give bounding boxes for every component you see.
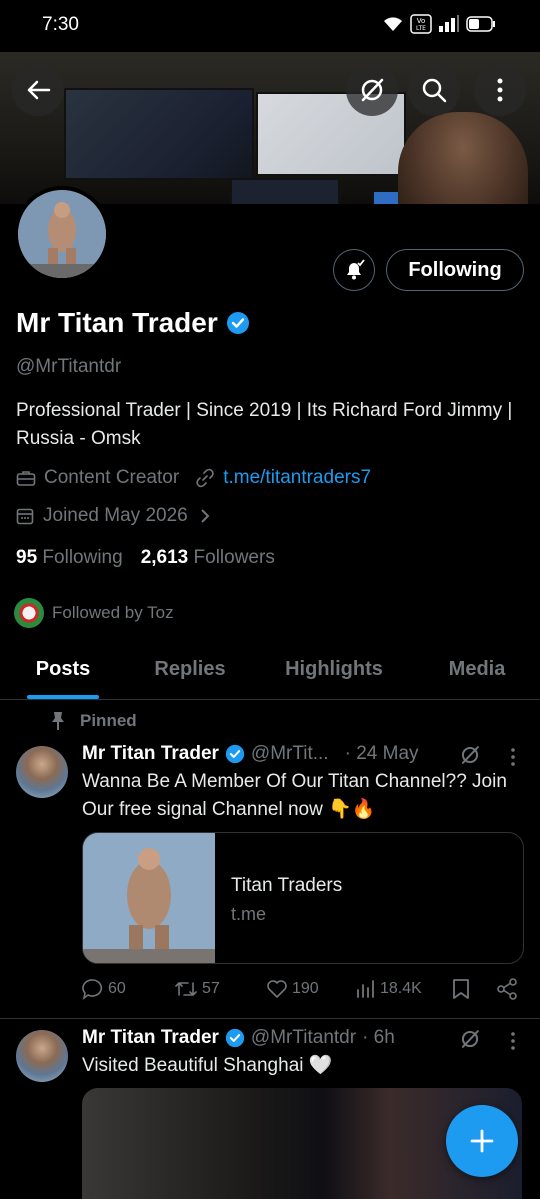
grok-icon bbox=[361, 78, 384, 102]
repost-button[interactable]: 57 bbox=[174, 979, 266, 999]
like-button[interactable]: 190 bbox=[266, 979, 356, 999]
grok-icon[interactable] bbox=[459, 744, 481, 766]
calendar-icon bbox=[16, 508, 34, 525]
back-button[interactable] bbox=[12, 64, 64, 116]
card-title: Titan Traders bbox=[231, 875, 343, 896]
briefcase-icon bbox=[16, 471, 36, 486]
following-label: Following bbox=[42, 547, 123, 568]
verified-badge-icon bbox=[225, 744, 245, 764]
reply-button[interactable]: 60 bbox=[82, 978, 174, 1000]
bookmark-icon[interactable] bbox=[452, 978, 470, 1000]
profile-banner bbox=[0, 52, 540, 204]
tab-media[interactable]: Media bbox=[414, 646, 540, 699]
search-button[interactable] bbox=[408, 64, 460, 116]
post-author-handle: @MrTitantdr bbox=[250, 1027, 357, 1048]
link-preview-card[interactable]: Titan Traders t.me bbox=[82, 832, 524, 964]
post-header: Mr Titan Trader @MrTitantdr · 6h bbox=[82, 1027, 395, 1049]
notifications-bell-button[interactable] bbox=[333, 249, 375, 291]
post-timestamp: · 24 May bbox=[344, 743, 419, 764]
views-chart-icon bbox=[357, 980, 374, 998]
following-button[interactable]: Following bbox=[386, 249, 524, 291]
like-count: 190 bbox=[292, 980, 319, 997]
follow-counts: 95 Following 2,613 Followers bbox=[16, 547, 275, 569]
heart-icon bbox=[267, 980, 287, 998]
grok-button[interactable] bbox=[346, 64, 398, 116]
svg-text:LTE: LTE bbox=[416, 25, 426, 32]
volte-icon: VoLTE bbox=[410, 14, 432, 34]
pin-icon bbox=[52, 712, 64, 730]
profile-name-row: Mr Titan Trader bbox=[16, 307, 250, 339]
post-text: Wanna Be A Member Of Our Titan Channel??… bbox=[82, 771, 507, 820]
profile-joined-row[interactable]: Joined May 2026 bbox=[16, 505, 210, 527]
post-avatar[interactable] bbox=[16, 1030, 68, 1082]
status-time: 7:30 bbox=[42, 14, 79, 35]
arrow-left-icon bbox=[27, 80, 51, 100]
profile-category: Content Creator bbox=[44, 467, 180, 488]
follower-avatar bbox=[14, 598, 44, 628]
signal-icon bbox=[439, 15, 459, 32]
verified-badge-icon[interactable] bbox=[226, 311, 250, 335]
banner-laptop bbox=[230, 178, 340, 204]
post-more-icon[interactable] bbox=[510, 748, 516, 766]
following-count-link[interactable]: 95 Following bbox=[16, 547, 123, 569]
banner-monitor-left bbox=[64, 88, 254, 180]
post-text: Visited Beautiful Shanghai 🤍 bbox=[82, 1055, 333, 1076]
pinned-label: Pinned bbox=[80, 711, 137, 730]
chevron-right-icon bbox=[201, 509, 210, 523]
post-header: Mr Titan Trader @MrTit... · 24 May bbox=[82, 743, 419, 765]
views-count: 18.4K bbox=[380, 980, 422, 997]
tab-replies[interactable]: Replies bbox=[126, 646, 254, 699]
grok-icon[interactable] bbox=[459, 1028, 481, 1050]
pinned-indicator: Pinned bbox=[50, 711, 137, 731]
post-timestamp: · 6h bbox=[362, 1027, 395, 1048]
profile-meta-row: Content Creator t.me/titantraders7 bbox=[16, 467, 371, 489]
views-button[interactable]: 18.4K bbox=[356, 979, 452, 999]
banner-person bbox=[398, 112, 528, 204]
profile-bio: Professional Trader | Since 2019 | Its R… bbox=[16, 400, 513, 449]
status-icons: Vo LTE bbox=[382, 14, 496, 34]
verified-badge-icon bbox=[225, 1028, 245, 1048]
followed-by-text: Followed by Toz bbox=[52, 603, 174, 622]
profile-name: Mr Titan Trader bbox=[16, 307, 218, 338]
post-author-name[interactable]: Mr Titan Trader bbox=[82, 743, 219, 765]
post-author-name[interactable]: Mr Titan Trader bbox=[82, 1027, 219, 1049]
share-icon[interactable] bbox=[496, 978, 518, 1000]
profile-joined-date: Joined May 2026 bbox=[43, 505, 188, 526]
followers-count-link[interactable]: 2,613 Followers bbox=[141, 547, 275, 569]
tab-posts[interactable]: Posts bbox=[0, 646, 126, 699]
followers-label: Followers bbox=[193, 547, 275, 568]
card-domain: t.me bbox=[231, 904, 267, 924]
search-icon bbox=[422, 78, 447, 103]
profile-handle: @MrTitantdr bbox=[16, 356, 122, 377]
repost-icon bbox=[175, 982, 197, 996]
reply-count: 60 bbox=[108, 980, 126, 997]
post-author-handle: @MrTit... bbox=[250, 743, 329, 764]
wifi-icon bbox=[384, 17, 402, 31]
card-thumbnail bbox=[83, 833, 215, 963]
bell-check-icon bbox=[347, 259, 365, 280]
profile-tabs: Posts Replies Highlights Media bbox=[0, 646, 540, 700]
link-icon bbox=[196, 468, 214, 488]
profile-website-link[interactable]: t.me/titantraders7 bbox=[223, 467, 371, 489]
svg-text:Vo: Vo bbox=[417, 17, 426, 25]
compose-post-button[interactable] bbox=[446, 1105, 518, 1177]
titan-avatar-image bbox=[18, 190, 106, 278]
plus-icon bbox=[470, 1129, 494, 1153]
more-options-button[interactable] bbox=[474, 64, 526, 116]
status-bar: 7:30 Vo LTE bbox=[0, 0, 540, 52]
followers-count: 2,613 bbox=[140, 547, 189, 568]
repost-count: 57 bbox=[202, 980, 220, 997]
post-more-icon[interactable] bbox=[510, 1032, 516, 1050]
profile-avatar[interactable] bbox=[14, 186, 110, 282]
titan-card-image bbox=[83, 833, 215, 963]
following-count: 95 bbox=[16, 547, 38, 568]
followed-by-row[interactable]: Followed by Toz bbox=[14, 598, 174, 628]
more-vertical-icon bbox=[497, 78, 503, 102]
tab-highlights[interactable]: Highlights bbox=[254, 646, 414, 699]
battery-icon bbox=[466, 16, 495, 32]
post-avatar[interactable] bbox=[16, 746, 68, 798]
post-divider bbox=[0, 1018, 540, 1019]
post-actions: 60 57 190 18.4K bbox=[82, 978, 522, 1000]
reply-icon bbox=[82, 979, 103, 1000]
